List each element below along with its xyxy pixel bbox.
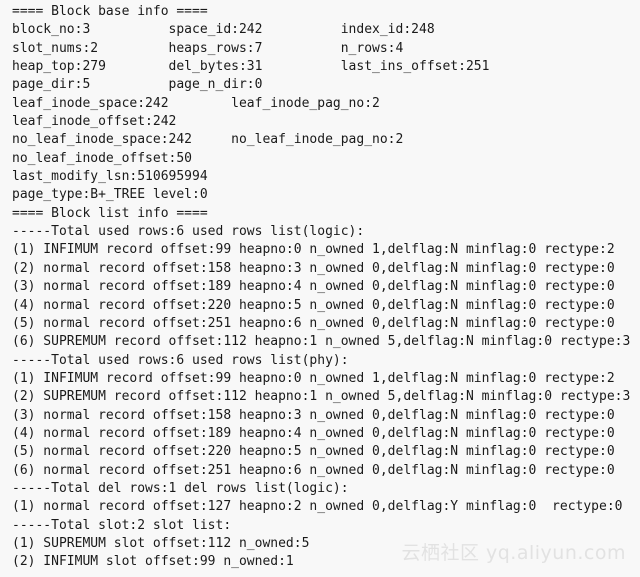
output-line: ==== Block list info ==== — [12, 205, 208, 221]
output-line: heap_top:279 del_bytes:31 last_ins_offse… — [12, 59, 490, 75]
output-line: -----Total used rows:6 used rows list(ph… — [12, 352, 349, 368]
output-line: slot_nums:2 heaps_rows:7 n_rows:4 — [12, 40, 404, 56]
output-line: leaf_inode_space:242 leaf_inode_pag_no:2 — [12, 95, 380, 111]
output-line: (2) SUPREMUM record offset:112 heapno:1 … — [12, 389, 631, 405]
output-line: (5) normal record offset:251 heapno:6 n_… — [12, 315, 615, 331]
output-line: (5) normal record offset:220 heapno:5 n_… — [12, 444, 615, 460]
output-line: (4) normal record offset:220 heapno:5 n_… — [12, 297, 615, 313]
output-line: page_type:B+_TREE level:0 — [12, 187, 208, 203]
output-line: no_leaf_inode_space:242 no_leaf_inode_pa… — [12, 132, 404, 148]
output-line: (3) normal record offset:158 heapno:3 n_… — [12, 407, 615, 423]
output-line: no_leaf_inode_offset:50 — [12, 150, 193, 166]
output-line: leaf_inode_offset:242 — [12, 114, 177, 130]
output-line: -----Total used rows:6 used rows list(lo… — [12, 224, 365, 240]
output-line: (2) normal record offset:158 heapno:3 n_… — [12, 260, 615, 276]
output-line: (1) INFIMUM record offset:99 heapno:0 n_… — [12, 370, 615, 386]
output-line: (4) normal record offset:189 heapno:4 n_… — [12, 425, 615, 441]
output-line: (6) normal record offset:251 heapno:6 n_… — [12, 462, 615, 478]
watermark: 云栖社区 yq.aliyun.com — [401, 542, 626, 564]
output-line: page_dir:5 page_n_dir:0 — [12, 77, 263, 93]
terminal-output: ==== Block base info ==== block_no:3 spac… — [12, 3, 630, 572]
output-line: ==== Block base info ==== — [12, 4, 208, 19]
output-line: (3) normal record offset:189 heapno:4 n_… — [12, 279, 615, 295]
output-line: (1) INFIMUM record offset:99 heapno:0 n_… — [12, 242, 615, 258]
output-line: -----Total slot:2 slot list: — [12, 517, 232, 533]
output-line: (6) SUPREMUM record offset:112 heapno:1 … — [12, 334, 631, 350]
output-line: (1) normal record offset:127 heapno:2 n_… — [12, 499, 623, 515]
output-line: block_no:3 space_id:242 index_id:248 — [12, 22, 435, 38]
output-line: -----Total del rows:1 del rows list(logi… — [12, 480, 349, 496]
output-line: last_modify_lsn:510695994 — [12, 169, 208, 185]
